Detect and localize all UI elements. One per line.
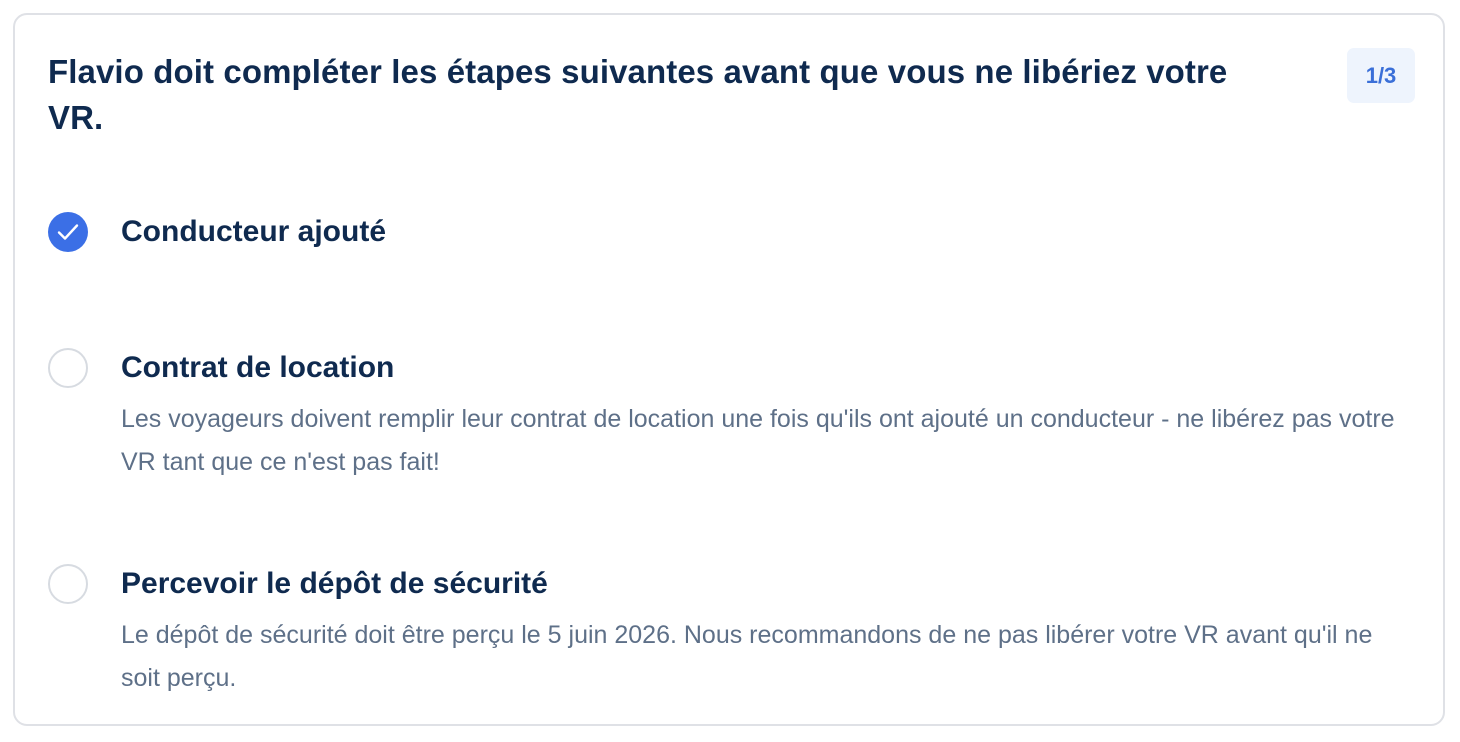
empty-circle-icon [48,564,88,604]
empty-circle-icon [48,348,88,388]
step-label: Conducteur ajouté [121,215,387,248]
step-label: Percevoir le dépôt de sécurité [121,567,548,600]
step-label: Contrat de location [121,351,395,384]
check-icon [48,212,88,252]
step-description: Le dépôt de sécurité doit être perçu le … [121,621,1373,692]
checklist-card: Flavio doit compléter les étapes suivant… [13,13,1445,726]
progress-counter-badge: 1/3 [1347,48,1415,103]
card-title: Flavio doit compléter les étapes suivant… [48,53,1228,136]
step-description: Les voyageurs doivent remplir leur contr… [121,405,1395,476]
